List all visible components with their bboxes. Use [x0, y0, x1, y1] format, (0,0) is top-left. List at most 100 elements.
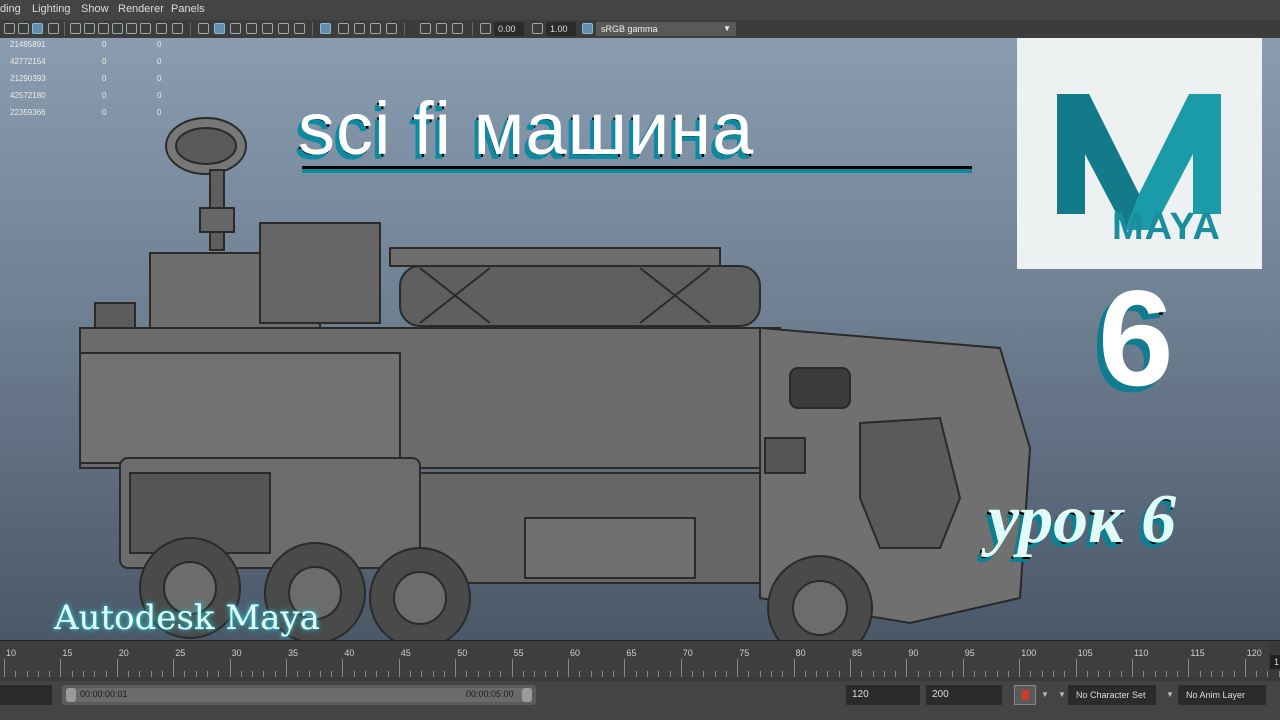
chevron-down-icon[interactable]: ▼ [1058, 690, 1066, 699]
timeline-minor-tick [82, 671, 84, 677]
color-management-icon[interactable] [582, 23, 593, 34]
timeline-major-tick [1188, 659, 1190, 677]
character-set-dropdown[interactable]: No Character Set [1068, 685, 1156, 705]
depth-of-field-icon[interactable] [386, 23, 397, 34]
timeline-minor-tick [985, 671, 987, 677]
timeline-minor-tick [410, 671, 412, 677]
view-transform-dropdown[interactable]: sRGB gamma ▼ [596, 22, 736, 36]
episode-number: 6 [1098, 262, 1174, 414]
auto-key-button[interactable] [1014, 685, 1036, 705]
lighting-icon[interactable] [278, 23, 289, 34]
menu-show[interactable]: Show [81, 3, 109, 15]
text-icon[interactable] [172, 23, 183, 34]
timeline-major-tick [680, 659, 682, 677]
chevron-down-icon: ▼ [723, 24, 731, 33]
lesson-label: урок 6 [988, 481, 1177, 558]
end-frame-field[interactable]: 120 [846, 685, 920, 705]
range-end-handle[interactable] [522, 688, 532, 702]
timeline-major-tick [624, 659, 626, 677]
timeline-minor-tick [827, 671, 829, 677]
timeline-minor-tick [1199, 671, 1201, 677]
gamma-icon[interactable] [532, 23, 543, 34]
timeline-minor-tick [37, 671, 39, 677]
timeline-tick-label: 65 [626, 648, 637, 658]
wireframe-icon[interactable] [198, 23, 209, 34]
exposure-icon[interactable] [480, 23, 491, 34]
timeline-minor-tick [218, 671, 220, 677]
transform-icon[interactable] [452, 23, 463, 34]
timeline-major-tick [286, 659, 287, 677]
safe-title-icon[interactable] [156, 23, 167, 34]
3d-viewport[interactable]: 21485891 0 0 42772154 0 0 21290393 0 0 4… [0, 38, 1280, 640]
timeline-major-tick [1244, 659, 1246, 677]
timeline-minor-tick [669, 671, 671, 677]
xray-icon[interactable] [262, 23, 273, 34]
camera-attributes-icon[interactable] [18, 23, 29, 34]
timeline-tick-label: 30 [231, 648, 242, 658]
max-frame-field[interactable]: 200 [926, 685, 1002, 705]
timeline-minor-tick [139, 671, 141, 677]
select-camera-icon[interactable] [4, 23, 15, 34]
grid-icon[interactable] [70, 23, 81, 34]
start-frame-field[interactable] [0, 685, 52, 705]
resolution-gate-icon[interactable] [98, 23, 109, 34]
chevron-down-icon[interactable]: ▼ [1166, 690, 1174, 699]
timeline-minor-tick [1154, 671, 1156, 677]
shadows-icon[interactable] [294, 23, 305, 34]
chevron-down-icon[interactable]: ▼ [1041, 690, 1049, 699]
exposure-field[interactable]: 0.00 [494, 22, 524, 36]
hud-icon[interactable] [420, 23, 431, 34]
hud-value: 21485891 [10, 40, 46, 49]
menu-lighting[interactable]: Lighting [32, 3, 71, 15]
range-start-handle[interactable] [66, 688, 76, 702]
wireframe-on-shaded-icon[interactable] [246, 23, 257, 34]
field-chart-icon[interactable] [126, 23, 137, 34]
menu-shading[interactable]: ding [0, 3, 21, 15]
timeline-tick-label: 45 [400, 648, 411, 658]
timeline-minor-tick [974, 671, 976, 677]
safe-action-icon[interactable] [140, 23, 151, 34]
default-material-icon[interactable] [230, 23, 241, 34]
timeline-minor-tick [184, 671, 186, 677]
ambient-occlusion-icon[interactable] [338, 23, 349, 34]
gamma-field[interactable]: 1.00 [546, 22, 576, 36]
video-title: sci fi машина [298, 87, 755, 170]
motion-blur-icon[interactable] [354, 23, 365, 34]
image-plane-icon[interactable] [48, 23, 59, 34]
gate-mask-icon[interactable] [112, 23, 123, 34]
timeline-tick-label: 25 [175, 648, 186, 658]
menu-renderer[interactable]: Renderer [118, 3, 164, 15]
timeline-minor-tick [466, 671, 468, 677]
timeline-minor-tick [421, 671, 423, 677]
hud-row: 42772154 0 0 [10, 57, 180, 74]
film-gate-icon[interactable] [84, 23, 95, 34]
timeline-major-tick [398, 659, 400, 677]
timeline-minor-tick [195, 671, 197, 677]
hud-row: 21485891 0 0 [10, 40, 180, 57]
timeline-minor-tick [1098, 671, 1100, 677]
timeline-minor-tick [432, 671, 434, 677]
view-transform-label: sRGB gamma [601, 24, 658, 34]
timeline-major-tick [850, 659, 851, 677]
range-slider-fill[interactable] [66, 688, 532, 702]
timeline-tick-label: 40 [344, 648, 355, 658]
isolate-icon[interactable] [320, 23, 331, 34]
camera-icon[interactable] [436, 23, 447, 34]
timeline-minor-tick [1053, 671, 1055, 677]
hud-value: 0 [102, 57, 107, 66]
timeline-major-tick [229, 659, 231, 677]
antialiasing-icon[interactable] [370, 23, 381, 34]
timeline-minor-tick [49, 671, 51, 677]
time-slider[interactable]: 10 15 20 25 30 35 40 45 50 55 60 65 70 75 80 85 90 95 100 1… [0, 640, 1280, 681]
menu-panels[interactable]: Panels [171, 3, 205, 15]
time-ruler[interactable]: 10 15 20 25 30 35 40 45 50 55 60 65 70 75 80 85 90 95 100 1… [0, 641, 1280, 677]
timeline-minor-tick [207, 671, 209, 677]
anim-layer-dropdown[interactable]: No Anim Layer [1178, 685, 1266, 705]
timeline-tick-label: 20 [118, 648, 129, 658]
current-frame-field[interactable]: 1 [1270, 655, 1280, 669]
timeline-tick-label: 110 [1134, 648, 1149, 658]
bookmark-icon[interactable] [32, 23, 43, 34]
timeline-major-tick [1019, 659, 1021, 677]
timeline-tick-label: 120 [1246, 648, 1262, 658]
smooth-shade-icon[interactable] [214, 23, 225, 34]
